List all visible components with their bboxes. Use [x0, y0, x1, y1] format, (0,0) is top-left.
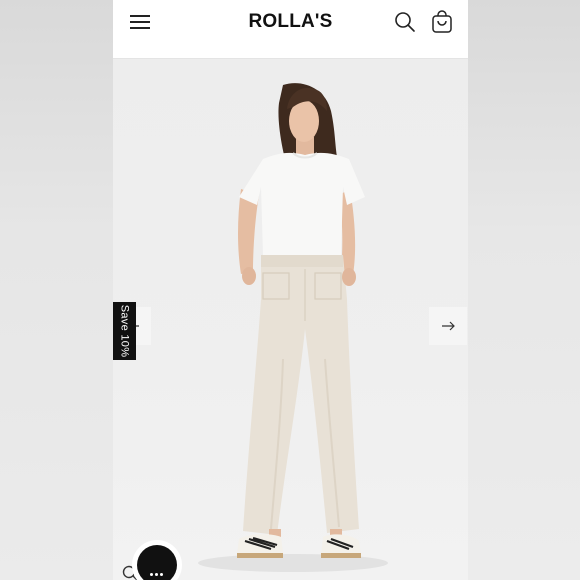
promo-label: Save 10% — [118, 304, 131, 358]
arrow-right-icon — [442, 321, 455, 331]
product-photo — [198, 83, 388, 572]
shopping-bag-icon[interactable] — [431, 10, 453, 34]
chat-bubble-icon[interactable] — [137, 545, 177, 580]
next-image-button[interactable] — [429, 307, 467, 345]
backdrop-left — [0, 0, 113, 580]
backdrop-right — [468, 0, 580, 580]
site-header: ROLLA'S — [113, 0, 468, 59]
mobile-page: ROLLA'S Save 10% — [113, 0, 468, 580]
chat-dots — [150, 563, 165, 580]
product-image-gallery[interactable]: Save 10% — [113, 59, 468, 580]
search-icon[interactable] — [394, 11, 416, 33]
save-10-promo-tab[interactable]: Save 10% — [113, 302, 136, 360]
